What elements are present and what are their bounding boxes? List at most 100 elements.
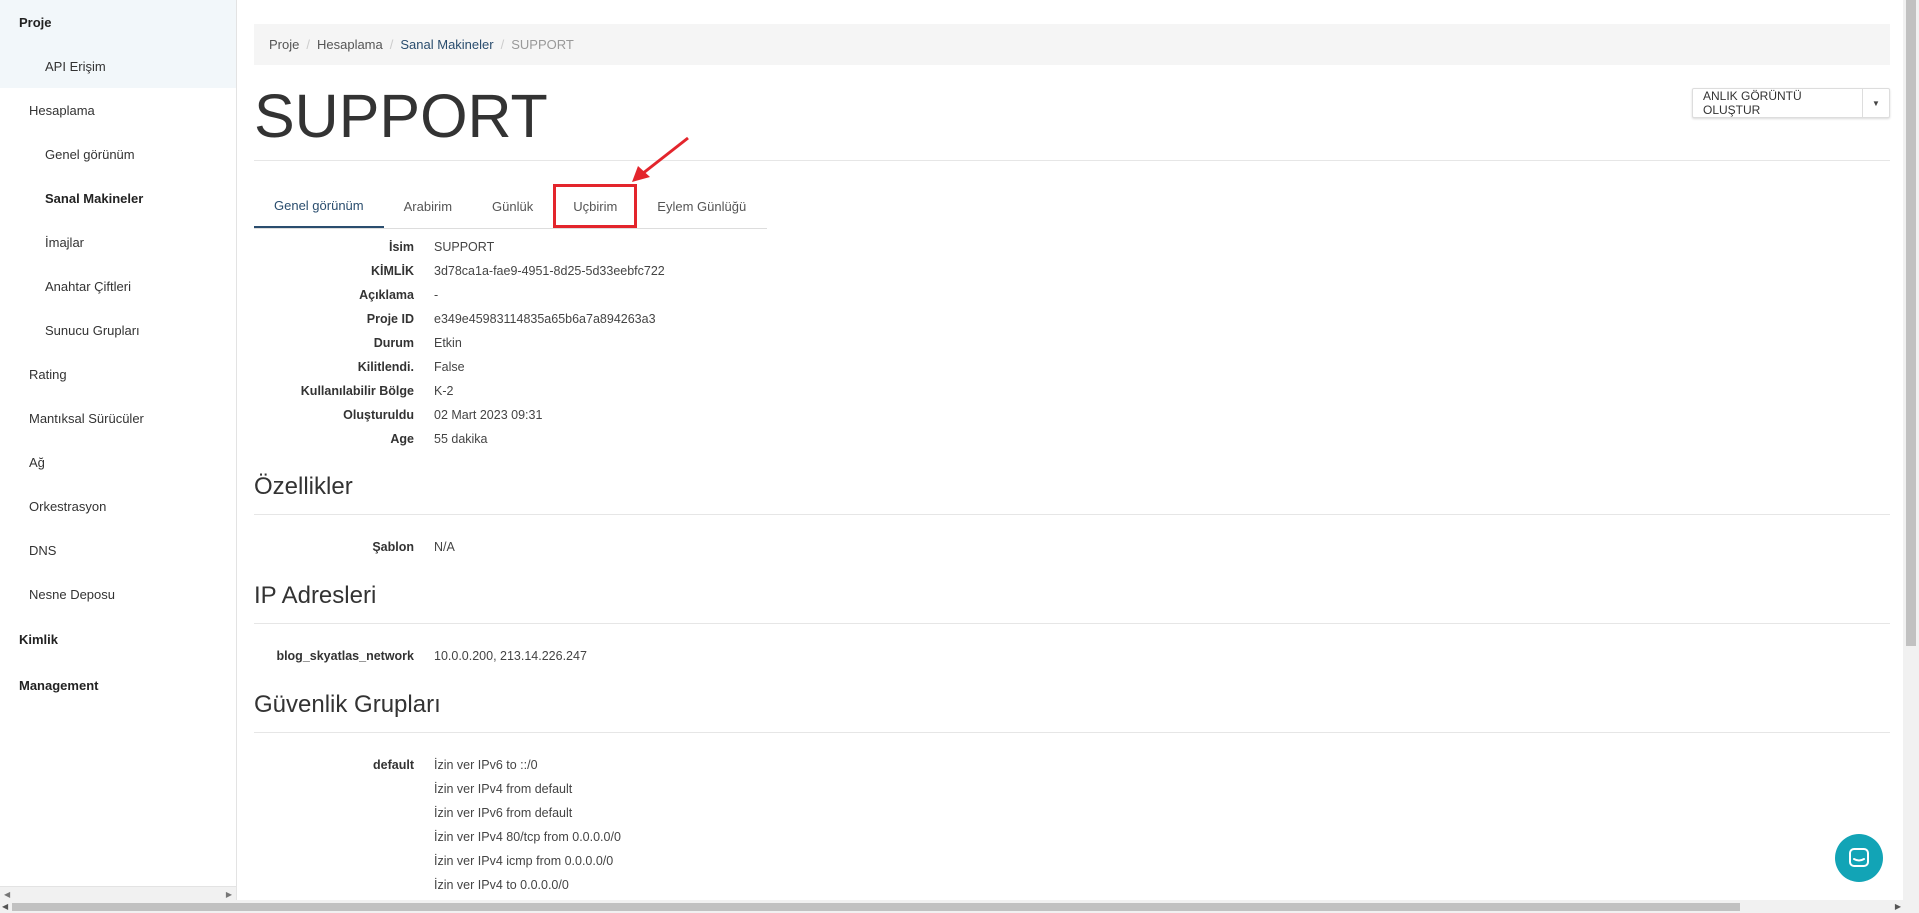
tab-console[interactable]: Uçbirim bbox=[553, 184, 638, 228]
sidebar-item-sunucu-gruplari[interactable]: Sunucu Grupları bbox=[0, 308, 236, 352]
sidebar-item-kimlik[interactable]: Kimlik bbox=[0, 617, 236, 661]
sidebar-item-anahtar-ciftleri[interactable]: Anahtar Çiftleri bbox=[0, 264, 236, 308]
breadcrumb-current: SUPPORT bbox=[511, 37, 574, 52]
sidebar-item-orkestrasyon[interactable]: Orkestrasyon bbox=[0, 484, 236, 528]
detail-value: 55 dakika bbox=[434, 432, 488, 446]
sidebar-item-label: Rating bbox=[29, 366, 67, 382]
sidebar-item-rating[interactable]: Rating bbox=[0, 352, 236, 396]
detail-value: - bbox=[434, 288, 439, 302]
sidebar-item-label: DNS bbox=[29, 542, 57, 558]
detail-row-security-rule: İzin ver IPv4 80/tcp from 0.0.0.0/0 bbox=[254, 827, 1054, 851]
detail-key: Şablon bbox=[372, 540, 414, 554]
sidebar-item-label: Management bbox=[19, 677, 99, 693]
section-divider bbox=[254, 732, 1890, 733]
sidebar-item-label: Sunucu Grupları bbox=[45, 322, 140, 338]
detail-row-name: İsim SUPPORT bbox=[254, 237, 1054, 261]
section-divider bbox=[254, 514, 1890, 515]
detail-row-security-group: default İzin ver IPv6 to ::/0 bbox=[254, 755, 1054, 779]
breadcrumb-hesaplama: Hesaplama bbox=[316, 37, 383, 52]
sidebar-item-hesaplama[interactable]: Hesaplama bbox=[0, 88, 236, 132]
detail-row-security-rule: İzin ver IPv4 from default bbox=[254, 779, 1054, 803]
detail-value: N/A bbox=[434, 540, 455, 554]
main-content: Proje / Hesaplama / Sanal Makineler / SU… bbox=[254, 0, 1890, 900]
scroll-right-icon[interactable]: ▶ bbox=[226, 890, 232, 899]
sidebar-item-imajlar[interactable]: İmajlar bbox=[0, 220, 236, 264]
detail-row-availability-zone: Kullanılabilir Bölge K-2 bbox=[254, 381, 1054, 405]
detail-row-project-id: Proje ID e349e45983114835a65b6a7a894263a3 bbox=[254, 309, 1054, 333]
sidebar-horizontal-scrollbar[interactable]: ◀ ▶ bbox=[0, 886, 236, 901]
sidebar: Proje API Erişim Hesaplama Genel görünüm… bbox=[0, 0, 237, 913]
sidebar-item-label: Genel görünüm bbox=[45, 146, 135, 162]
title-divider bbox=[254, 160, 1890, 161]
sidebar-item-label: Orkestrasyon bbox=[29, 498, 107, 514]
breadcrumb-separator: / bbox=[500, 37, 505, 52]
sidebar-item-label: Nesne Deposu bbox=[29, 586, 115, 602]
sidebar-item-label: API Erişim bbox=[45, 58, 106, 74]
horizontal-scrollbar[interactable]: ◀ ▶ bbox=[0, 900, 1903, 913]
detail-key: Kilitlendi. bbox=[357, 360, 414, 374]
tab-interface[interactable]: Arabirim bbox=[384, 184, 472, 228]
breadcrumb-separator: / bbox=[389, 37, 394, 52]
detail-row-created: Oluşturuldu 02 Mart 2023 09:31 bbox=[254, 405, 1054, 429]
snapshot-button-group: ANLIK GÖRÜNTÜ OLUŞTUR ▼ bbox=[1692, 88, 1890, 118]
breadcrumb-sanal-makineler-link[interactable]: Sanal Makineler bbox=[400, 37, 493, 52]
section-divider bbox=[254, 623, 1890, 624]
vertical-scrollbar-thumb[interactable] bbox=[1906, 0, 1916, 646]
sidebar-item-proje[interactable]: Proje bbox=[0, 0, 236, 44]
detail-value: False bbox=[434, 360, 465, 374]
detail-key: blog_skyatlas_network bbox=[276, 649, 414, 663]
sidebar-item-sanal-makineler[interactable]: Sanal Makineler bbox=[0, 176, 236, 220]
detail-key: default bbox=[373, 758, 414, 772]
page-title: SUPPORT bbox=[254, 82, 548, 150]
sidebar-item-api-erisim[interactable]: API Erişim bbox=[0, 44, 236, 88]
breadcrumb-separator: / bbox=[306, 37, 310, 52]
create-snapshot-button[interactable]: ANLIK GÖRÜNTÜ OLUŞTUR bbox=[1693, 89, 1863, 117]
vertical-scrollbar[interactable] bbox=[1903, 0, 1919, 913]
detail-key: Proje ID bbox=[366, 312, 414, 326]
more-actions-dropdown[interactable]: ▼ bbox=[1863, 89, 1889, 117]
sidebar-item-label: Proje bbox=[19, 14, 52, 30]
tab-log[interactable]: Günlük bbox=[472, 184, 553, 228]
security-rule: İzin ver IPv6 from default bbox=[434, 806, 573, 820]
tab-action-log[interactable]: Eylem Günlüğü bbox=[637, 184, 766, 228]
detail-value: K-2 bbox=[434, 384, 454, 398]
horizontal-scrollbar-thumb[interactable] bbox=[12, 903, 1740, 911]
detail-key: İsim bbox=[388, 240, 414, 254]
scroll-right-icon[interactable]: ▶ bbox=[1895, 902, 1901, 911]
sidebar-item-ag[interactable]: Ağ bbox=[0, 440, 236, 484]
scroll-left-icon[interactable]: ◀ bbox=[2, 902, 8, 911]
instance-tabs: Genel görünüm Arabirim Günlük Uçbirim Ey… bbox=[254, 184, 767, 229]
detail-row-age: Age 55 dakika bbox=[254, 429, 1054, 453]
tab-overview[interactable]: Genel görünüm bbox=[254, 184, 384, 228]
sidebar-item-label: Sanal Makineler bbox=[45, 190, 144, 206]
detail-value: Etkin bbox=[434, 336, 462, 350]
security-rule: İzin ver IPv4 from default bbox=[434, 782, 573, 796]
sidebar-item-management[interactable]: Management bbox=[0, 663, 236, 707]
sidebar-item-label: Anahtar Çiftleri bbox=[45, 278, 131, 294]
detail-value: 02 Mart 2023 09:31 bbox=[434, 408, 543, 422]
sidebar-item-mantiksal-suruculer[interactable]: Mantıksal Sürücüler bbox=[0, 396, 236, 440]
detail-value: 3d78ca1a-fae9-4951-8d25-5d33eebfc722 bbox=[434, 264, 665, 278]
detail-row-id: KİMLİK 3d78ca1a-fae9-4951-8d25-5d33eebfc7… bbox=[254, 261, 1054, 285]
breadcrumb-proje: Proje bbox=[269, 37, 300, 52]
scroll-left-icon[interactable]: ◀ bbox=[4, 890, 10, 899]
detail-key: KİMLİK bbox=[370, 264, 414, 278]
sidebar-item-genel-gorunum[interactable]: Genel görünüm bbox=[0, 132, 236, 176]
sidebar-item-dns[interactable]: DNS bbox=[0, 528, 236, 572]
detail-row-flavor: Şablon N/A bbox=[254, 537, 1054, 561]
detail-key: Açıklama bbox=[359, 288, 414, 302]
security-rule: İzin ver IPv4 80/tcp from 0.0.0.0/0 bbox=[434, 830, 621, 844]
detail-key: Durum bbox=[373, 336, 414, 350]
detail-key: Kullanılabilir Bölge bbox=[300, 384, 414, 398]
security-groups-heading: Güvenlik Grupları bbox=[254, 691, 441, 718]
ip-addresses-heading: IP Adresleri bbox=[254, 582, 377, 609]
detail-row-security-rule: İzin ver IPv6 from default bbox=[254, 803, 1054, 827]
sidebar-item-label: Hesaplama bbox=[29, 102, 95, 118]
detail-key: Oluşturuldu bbox=[343, 408, 414, 422]
detail-row-description: Açıklama - bbox=[254, 285, 1054, 309]
sidebar-item-label: İmajlar bbox=[45, 234, 85, 250]
annotation-arrow-icon bbox=[632, 136, 689, 182]
chat-launcher-button[interactable] bbox=[1835, 834, 1883, 882]
detail-row-locked: Kilitlendi. False bbox=[254, 357, 1054, 381]
sidebar-item-nesne-deposu[interactable]: Nesne Deposu bbox=[0, 572, 236, 616]
